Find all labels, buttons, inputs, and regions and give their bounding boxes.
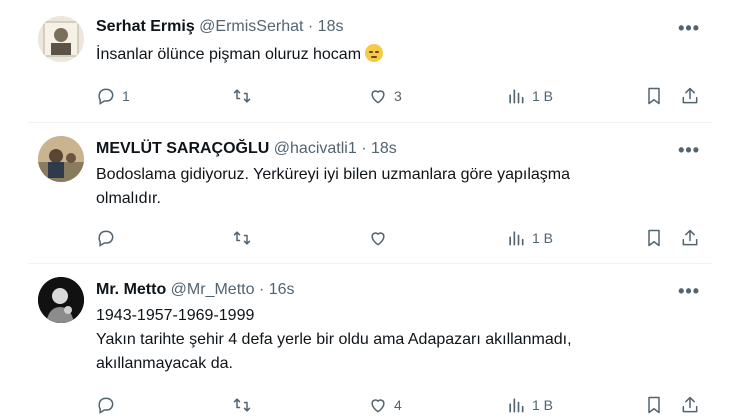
- tweet-text-line: olmalıdır.: [96, 190, 161, 207]
- share-button[interactable]: [680, 84, 700, 108]
- tweet-text: 1943-1957-1969-1999 Yakın tarihte şehir …: [96, 304, 656, 376]
- heart-icon: [371, 232, 385, 246]
- share-icon: [682, 229, 698, 246]
- like-button[interactable]: [368, 226, 394, 250]
- more-options-icon[interactable]: •••: [678, 18, 700, 39]
- tweet-header: Mr. Metto @Mr_Metto · 16s: [96, 281, 295, 299]
- reply-button[interactable]: [96, 226, 122, 250]
- tweet-text: İnsanlar ölünce pişman oluruz hocam: [96, 43, 656, 67]
- like-count: 4: [394, 397, 402, 413]
- view-count: 1 B: [532, 88, 554, 104]
- avatar[interactable]: [38, 136, 84, 182]
- more-options-icon[interactable]: •••: [678, 281, 700, 302]
- tweet-actions: 1 3 1 B: [96, 84, 706, 108]
- tweet[interactable]: Mr. Metto @Mr_Metto · 16s ••• 1943-1957-…: [0, 265, 730, 420]
- display-name[interactable]: MEVLÜT SARAÇOĞLU: [96, 140, 269, 157]
- view-count: 1 B: [532, 397, 554, 413]
- tweet-text-line: Bodoslama gidiyoruz. Yerküreyi iyi bilen…: [96, 166, 571, 183]
- tweet-text-line: İnsanlar ölünce pişman oluruz hocam: [96, 46, 362, 63]
- tweet-header: MEVLÜT SARAÇOĞLU @hacivatli1 · 18s: [96, 140, 397, 158]
- share-icon: [682, 87, 698, 104]
- reply-button[interactable]: [96, 393, 122, 417]
- retweet-button[interactable]: [232, 226, 258, 250]
- separator-dot: ·: [307, 18, 314, 35]
- share-button[interactable]: [680, 393, 700, 417]
- timestamp[interactable]: 18s: [318, 18, 344, 35]
- retweet-icon: [233, 89, 251, 103]
- reply-icon: [98, 88, 114, 105]
- bookmark-icon: [648, 87, 660, 105]
- retweet-icon: [233, 398, 251, 412]
- retweet-icon: [233, 231, 251, 245]
- bookmark-button[interactable]: [644, 226, 664, 250]
- view-count: 1 B: [532, 230, 554, 246]
- tweet-divider: [28, 263, 712, 264]
- tweet-text-line: Yakın tarihte şehir 4 defa yerle bir old…: [96, 331, 572, 348]
- tweet-text-line: 1943-1957-1969-1999: [96, 307, 255, 324]
- retweet-button[interactable]: [232, 393, 258, 417]
- reply-icon: [98, 230, 114, 247]
- tweet-actions: 1 B: [96, 226, 706, 250]
- like-count: 3: [394, 88, 402, 104]
- timestamp[interactable]: 16s: [269, 281, 295, 298]
- analytics-icon: [509, 398, 524, 413]
- avatar[interactable]: [38, 277, 84, 323]
- reply-icon: [98, 397, 114, 414]
- bookmark-icon: [648, 396, 660, 414]
- separator-dot: ·: [361, 140, 367, 157]
- tweet-actions: 4 1 B: [96, 393, 706, 417]
- views-button[interactable]: 1 B: [506, 84, 553, 108]
- bookmark-icon: [648, 229, 660, 247]
- tweet-text-line: akıllanmayacak da.: [96, 355, 233, 372]
- views-button[interactable]: 1 B: [506, 393, 553, 417]
- separator-dot: ·: [258, 281, 265, 298]
- share-icon: [682, 396, 698, 413]
- user-handle[interactable]: @Mr_Metto: [171, 281, 255, 298]
- heart-icon: [371, 399, 385, 413]
- tweet-text: Bodoslama gidiyoruz. Yerküreyi iyi bilen…: [96, 163, 656, 211]
- tweet-divider: [28, 122, 712, 123]
- timestamp[interactable]: 18s: [371, 140, 397, 157]
- bookmark-button[interactable]: [644, 393, 664, 417]
- avatar[interactable]: [38, 16, 84, 62]
- analytics-icon: [509, 231, 524, 246]
- display-name[interactable]: Mr. Metto: [96, 281, 166, 298]
- reply-count: 1: [122, 88, 130, 104]
- reply-button[interactable]: 1: [96, 84, 130, 108]
- more-options-icon[interactable]: •••: [678, 140, 700, 161]
- heart-icon: [371, 90, 385, 104]
- relieved-face-emoji-icon: [365, 44, 384, 62]
- tweet-header: Serhat Ermiş @ErmisSerhat · 18s: [96, 18, 343, 36]
- user-handle[interactable]: @ErmisSerhat: [199, 18, 303, 35]
- views-button[interactable]: 1 B: [506, 226, 553, 250]
- user-handle[interactable]: @hacivatli1: [274, 140, 357, 157]
- tweet[interactable]: MEVLÜT SARAÇOĞLU @hacivatli1 · 18s ••• B…: [0, 124, 730, 262]
- tweet-feed: Serhat Ermiş @ErmisSerhat · 18s ••• İnsa…: [0, 0, 730, 420]
- bookmark-button[interactable]: [644, 84, 664, 108]
- analytics-icon: [509, 89, 524, 104]
- tweet[interactable]: Serhat Ermiş @ErmisSerhat · 18s ••• İnsa…: [0, 0, 730, 120]
- like-button[interactable]: 4: [368, 393, 402, 417]
- like-button[interactable]: 3: [368, 84, 402, 108]
- retweet-button[interactable]: [232, 84, 258, 108]
- display-name[interactable]: Serhat Ermiş: [96, 18, 195, 35]
- share-button[interactable]: [680, 226, 700, 250]
